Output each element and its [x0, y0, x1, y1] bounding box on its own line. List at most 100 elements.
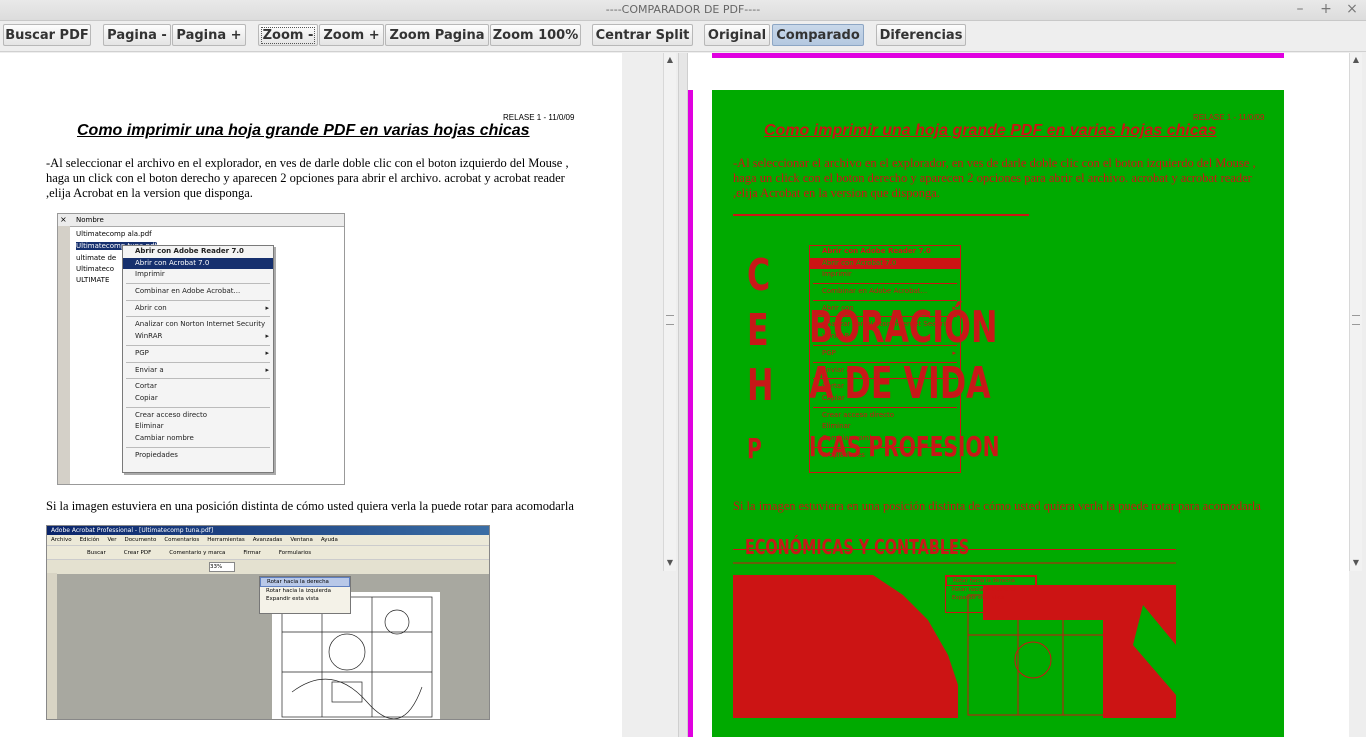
context-menu-item: Abrir con ▸ [123, 303, 273, 315]
acrobat-toolbar-item: Firmar [243, 550, 261, 556]
acrobat-menu-item: Ayuda [320, 537, 338, 543]
rotate-menu-item: Rotar hacia la izquierda [266, 588, 331, 594]
context-menu-item-label: Copiar [135, 393, 158, 402]
diferencias-button[interactable]: Diferencias [876, 24, 966, 46]
context-menu-item: Imprimir [810, 269, 960, 281]
context-menu-item-label: Abrir con Acrobat 7.0 [135, 258, 210, 267]
context-menu-item: Crear acceso directo [810, 410, 960, 422]
context-menu-item: Abrir con Adobe Reader 7.0 [123, 246, 273, 258]
menu-separator [813, 299, 957, 301]
zoom-minus-button[interactable]: Zoom - [258, 24, 318, 46]
menu-separator [126, 283, 270, 285]
centrar-split-button[interactable]: Centrar Split [592, 24, 693, 46]
main-toolbar: Buscar PDF Pagina - Pagina + Zoom - Zoom… [0, 21, 1366, 52]
diff-acrobat-region: ECONÓMICAS Y CONTABLES Rotar hacia la de… [733, 525, 1176, 718]
left-vertical-scrollbar[interactable]: ▲ ▼ [663, 53, 676, 571]
acrobat-toolbar-2: 33% [47, 559, 489, 574]
context-menu-item-label: Combinar en Adobe Acrobat... [822, 287, 928, 296]
context-menu-item: WinRAR ▸ [123, 331, 273, 343]
release-label: RELASE 1 - 11/0/09 [503, 113, 575, 122]
paragraph-1-diff: -Al seleccionar el archivo en el explora… [733, 156, 1256, 200]
context-menu-item-label: Enviar a [135, 365, 164, 374]
context-menu-item-label: Abrir con Adobe Reader 7.0 [822, 247, 931, 255]
split-divider[interactable] [678, 53, 688, 737]
scroll-down-icon[interactable]: ▼ [1351, 558, 1361, 568]
acrobat-menu-item: Ventana [290, 537, 313, 543]
close-icon: × [60, 215, 67, 224]
overlay-left-4: P [747, 432, 762, 465]
context-menu-item-label: Imprimir [822, 270, 852, 279]
context-menu-item: Analizar con Norton Internet Security [123, 319, 273, 331]
left-pdf-viewer[interactable]: RELASE 1 - 11/0/09 Como imprimir una hoj… [0, 53, 663, 737]
scroll-down-icon[interactable]: ▼ [665, 558, 675, 568]
submenu-arrow-icon: ▸ [265, 348, 269, 357]
context-menu-item: Cortar [123, 381, 273, 393]
context-menu-item-label: Cortar [135, 382, 157, 391]
context-menu-item: Crear acceso directo [123, 410, 273, 422]
scroll-up-icon[interactable]: ▲ [665, 55, 675, 65]
maximize-icon[interactable]: + [1320, 1, 1332, 18]
release-label-diff: RELASE 1 - 11/0/09 [1193, 113, 1265, 122]
context-menu-item: PGP ▸ [123, 348, 273, 360]
zoom-pagina-button[interactable]: Zoom Pagina [385, 24, 489, 46]
pagina-minus-button[interactable]: Pagina - [103, 24, 171, 46]
context-menu-item: Cambiar nombre [123, 433, 273, 445]
file-item: ultimate de [76, 254, 117, 262]
window-titlebar: ----COMPARADOR DE PDF---- – + × [0, 0, 1366, 21]
scroll-thumb-grip[interactable] [666, 315, 674, 325]
acrobat-rotate-menu-diff: Rotar hacia la derecha Rotar hacia la izq… [945, 575, 1037, 613]
menu-separator [126, 299, 270, 301]
acrobat-menubar: Archivo Edición Ver Documento Comentarios Her… [47, 535, 489, 545]
zoom-plus-button[interactable]: Zoom + [319, 24, 384, 46]
context-menu-item-label: Abrir con Adobe Reader 7.0 [135, 247, 244, 255]
acrobat-titlebar: Adobe Acrobat Professional - [Ultimateco… [47, 526, 489, 535]
document-title: Como imprimir una hoja grande PDF en var… [77, 122, 530, 139]
zoom-100-button[interactable]: Zoom 100% [490, 24, 581, 46]
explorer-header: × Nombre [58, 214, 344, 227]
pagina-plus-button[interactable]: Pagina + [172, 24, 246, 46]
menu-separator [126, 361, 270, 363]
menu-separator [813, 283, 957, 285]
diff-magenta-strip-left [688, 90, 693, 737]
acrobat-menu-item: Archivo [51, 537, 72, 543]
context-menu-item: Eliminar [123, 421, 273, 433]
context-menu-item-label: Cambiar nombre [135, 433, 194, 442]
paragraph-1: -Al seleccionar el archivo en el explora… [46, 156, 569, 200]
paragraph-2-diff: Si la imagen estuviera en una posición d… [733, 499, 1261, 513]
acrobat-menu-item: Comentarios [164, 537, 200, 543]
menu-separator [126, 344, 270, 346]
left-pdf-page: RELASE 1 - 11/0/09 Como imprimir una hoj… [0, 53, 622, 737]
buscar-pdf-button[interactable]: Buscar PDF [3, 24, 91, 46]
context-menu-item: Abrir con Adobe Reader 7.0 [810, 246, 960, 258]
submenu-arrow-icon: ▸ [265, 365, 269, 374]
minimize-icon[interactable]: – [1294, 1, 1306, 18]
close-icon[interactable]: × [1346, 1, 1358, 18]
explorer-column-label: Nombre [76, 216, 104, 224]
scroll-thumb-grip[interactable] [1352, 315, 1360, 325]
original-button[interactable]: Original [704, 24, 770, 46]
right-vertical-scrollbar[interactable]: ▲ ▼ [1349, 53, 1362, 571]
acrobat-side-tabs [47, 573, 57, 719]
overlay-text-3: ICAS PROFESION [809, 430, 1000, 463]
diff-shapes [733, 562, 1176, 718]
rotate-menu-item: Rotar hacia la derecha [946, 576, 1036, 586]
paragraph-2: Si la imagen estuviera en una posición d… [46, 499, 574, 513]
comparado-button[interactable]: Comparado [772, 24, 864, 46]
overlay-left-1: C [747, 250, 771, 301]
file-item: ULTIMATE [76, 276, 110, 284]
context-menu-item-label: Analizar con Norton Internet Security [135, 320, 266, 329]
submenu-arrow-icon: ▸ [265, 303, 269, 312]
diff-line [733, 214, 1029, 216]
acrobat-menu-item: Documento [124, 537, 157, 543]
context-menu-item-label: Combinar en Adobe Acrobat... [135, 287, 241, 296]
context-menu-item-label: Abrir con Acrobat 7.0 [822, 258, 897, 267]
rotate-menu-item: Expandir esta vista [952, 595, 1005, 601]
acrobat-menu-item: Avanzadas [252, 537, 283, 543]
acrobat-toolbar: Buscar Crear PDF Comentario y marca Firmar F… [47, 545, 489, 560]
acrobat-menu-item: Herramientas [207, 537, 245, 543]
context-menu-item-label: Propiedades [135, 450, 178, 459]
scroll-up-icon[interactable]: ▲ [1351, 55, 1361, 65]
diff-magenta-strip-top [712, 53, 1284, 58]
overlay-left-2: E [747, 305, 769, 356]
right-pdf-viewer[interactable]: RELASE 1 - 11/0/09 Como imprimir una hoj… [688, 53, 1349, 737]
